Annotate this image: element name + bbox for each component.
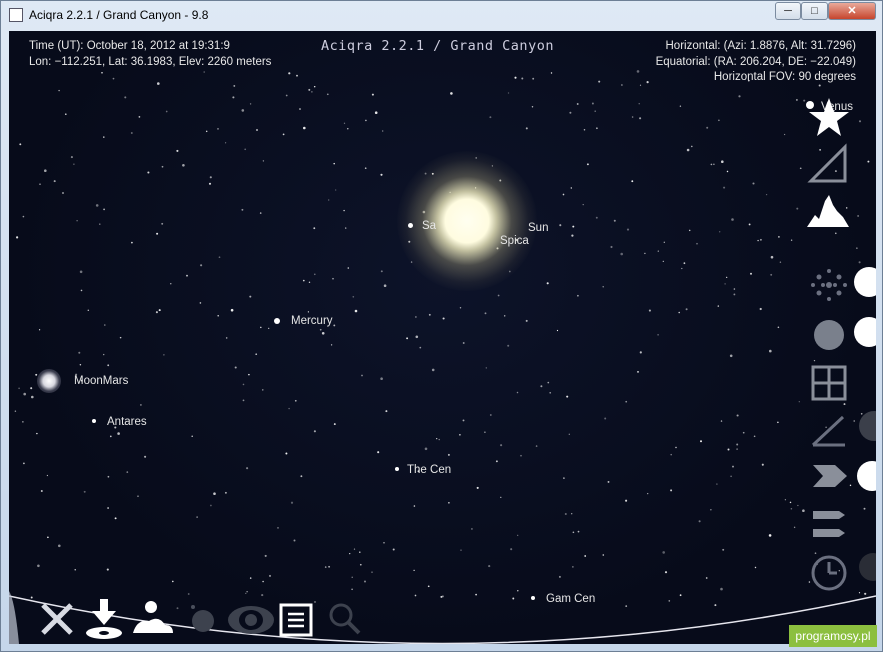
toggle-knob-icon[interactable] bbox=[854, 317, 876, 347]
download-icon[interactable] bbox=[83, 597, 125, 641]
search-icon[interactable] bbox=[327, 601, 363, 637]
triangle-icon[interactable] bbox=[807, 143, 851, 187]
toggle-knob-icon[interactable] bbox=[854, 267, 876, 297]
circle-icon[interactable] bbox=[809, 315, 849, 355]
watermark: programosy.pl bbox=[789, 625, 877, 647]
sky-view[interactable]: Time (UT): October 18, 2012 at 19:31:9 L… bbox=[9, 31, 876, 644]
lines-icon[interactable] bbox=[809, 505, 849, 545]
window-title: Aciqra 2.2.1 / Grand Canyon - 9.8 bbox=[29, 8, 209, 22]
title-bar[interactable]: Aciqra 2.2.1 / Grand Canyon - 9.8 ─ □ ✕ bbox=[1, 1, 882, 31]
mountain-icon[interactable] bbox=[805, 191, 851, 231]
clock-icon[interactable] bbox=[809, 553, 849, 593]
grid-icon[interactable] bbox=[809, 363, 849, 403]
star-icon[interactable] bbox=[807, 95, 851, 139]
cluster-icon[interactable] bbox=[807, 263, 851, 307]
planet-icon[interactable] bbox=[185, 601, 221, 637]
app-window: Aciqra 2.2.1 / Grand Canyon - 9.8 ─ □ ✕ … bbox=[0, 0, 883, 652]
eye-icon[interactable] bbox=[225, 603, 277, 637]
scene-icon[interactable] bbox=[129, 599, 175, 639]
angle-icon[interactable] bbox=[809, 411, 849, 451]
app-icon bbox=[9, 8, 23, 22]
maximize-button[interactable]: □ bbox=[801, 2, 828, 20]
horizon-line bbox=[9, 591, 876, 644]
minimize-button[interactable]: ─ bbox=[775, 2, 801, 20]
menu-icon[interactable] bbox=[279, 603, 313, 637]
close-x-icon[interactable] bbox=[37, 599, 77, 639]
arrow-icon[interactable] bbox=[809, 461, 849, 491]
close-button[interactable]: ✕ bbox=[828, 2, 876, 20]
